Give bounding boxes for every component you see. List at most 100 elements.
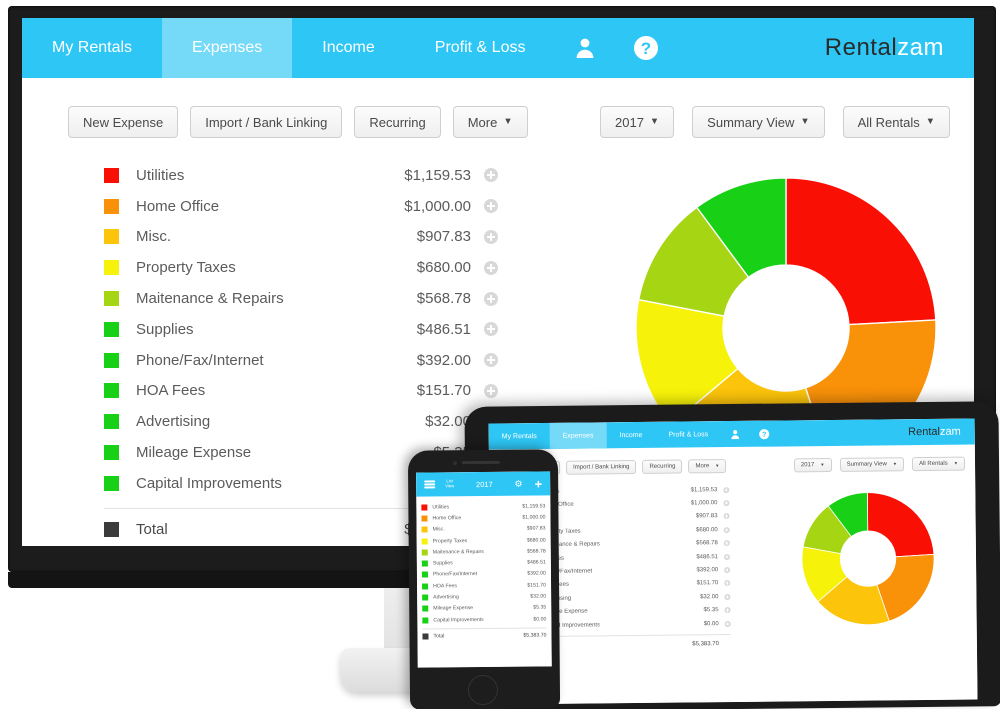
expense-row[interactable]: Maitenance & Repairs $568.78 [104, 283, 498, 314]
tablet-navbar: My Rentals Expenses Income Profit & Loss… [488, 418, 975, 450]
phone-home-button[interactable] [467, 674, 499, 706]
tablet-tab-income[interactable]: Income [606, 422, 655, 449]
expense-color-swatch [104, 414, 119, 430]
tablet-help-icon[interactable]: ? [750, 421, 779, 447]
tablet-brand-primary: Rental [908, 425, 940, 439]
tablet-rentals-label: All Rentals [919, 460, 948, 468]
expense-label: Phone/Fax/Internet [432, 571, 478, 578]
expense-amount: $568.78 [696, 540, 718, 547]
expense-color-swatch [422, 594, 429, 601]
tablet-import-label: Import / Bank Linking [573, 464, 630, 471]
add-expense-icon[interactable] [724, 620, 731, 627]
tab-expenses[interactable]: Expenses [162, 18, 293, 78]
gear-icon[interactable]: ⚙ [514, 478, 522, 489]
import-bank-linking-button[interactable]: Import / Bank Linking [190, 106, 343, 138]
expense-row[interactable]: Utilities $1,159.53 [104, 160, 498, 191]
donut-slice-utilities[interactable] [866, 492, 935, 558]
view-select-label: Summary View [707, 114, 795, 130]
add-icon[interactable]: + [535, 476, 543, 491]
total-label: Total [433, 633, 445, 640]
user-icon[interactable] [555, 18, 615, 78]
add-expense-icon[interactable] [724, 607, 731, 614]
expense-amount: $907.83 [416, 228, 471, 246]
tablet-tab-expenses[interactable]: Expenses [549, 422, 607, 449]
expense-label: HOA Fees [136, 382, 206, 400]
add-expense-icon[interactable] [484, 199, 498, 214]
tablet-tab-my-rentals[interactable]: My Rentals [489, 423, 550, 450]
phone-year-label[interactable]: 2017 [476, 479, 493, 488]
tab-income[interactable]: Income [292, 18, 404, 78]
expense-row[interactable]: Property Taxes $680.00 [104, 252, 498, 283]
tablet-user-icon[interactable] [721, 421, 750, 447]
tablet-tab-profit-loss[interactable]: Profit & Loss [655, 421, 721, 448]
add-expense-icon[interactable] [724, 580, 731, 587]
add-expense-icon[interactable] [723, 540, 730, 547]
add-expense-icon[interactable] [723, 500, 730, 507]
tablet-tab-profit-loss-label: Profit & Loss [668, 430, 709, 439]
expense-row[interactable]: Capital Improvements $0.00 [422, 613, 546, 625]
view-select[interactable]: Summary View ▼ [692, 106, 825, 138]
expense-row[interactable]: Supplies $486.51 [104, 314, 498, 345]
rentals-select[interactable]: All Rentals ▼ [842, 106, 950, 138]
tab-my-rentals[interactable]: My Rentals [22, 18, 162, 78]
tablet-tab-income-label: Income [619, 431, 643, 439]
tablet-rentals-select[interactable]: All Rentals ▼ [912, 456, 966, 472]
expense-color-swatch [104, 198, 119, 214]
menu-icon[interactable] [424, 480, 436, 489]
more-button[interactable]: More ▼ [452, 106, 528, 138]
add-expense-icon[interactable] [484, 353, 498, 368]
tablet-year-select[interactable]: 2017 ▼ [793, 457, 832, 473]
expense-row[interactable]: Advertising$32.00 [104, 406, 498, 437]
expense-row[interactable]: HOA Fees $151.70 [104, 376, 498, 407]
recurring-button[interactable]: Recurring [354, 106, 441, 138]
expense-color-swatch [421, 526, 428, 533]
add-expense-icon[interactable] [723, 486, 730, 493]
expense-amount: $392.00 [416, 351, 471, 369]
tab-profit-loss[interactable]: Profit & Loss [405, 18, 556, 78]
phone-device: List View 2017 ⚙ + Utilities $1,159.53 Hom… [407, 449, 561, 709]
expense-amount: $568.78 [416, 290, 471, 308]
expense-row[interactable]: Phone/Fax/Internet $392.00 [104, 345, 498, 376]
add-expense-icon[interactable] [723, 513, 730, 520]
expense-row[interactable]: Misc. $907.83 [104, 222, 498, 253]
tablet-more-button[interactable]: More ▼ [688, 459, 727, 474]
tablet-view-select[interactable]: Summary View ▼ [839, 457, 905, 472]
expense-color-swatch [422, 605, 429, 612]
expense-color-swatch [104, 229, 119, 245]
add-expense-icon[interactable] [723, 553, 731, 560]
phone-app: List View 2017 ⚙ + Utilities $1,159.53 Hom… [416, 471, 552, 668]
expense-color-swatch [104, 383, 119, 399]
expense-label: Home Office [432, 515, 462, 522]
add-expense-icon[interactable] [723, 526, 730, 533]
year-select[interactable]: 2017 ▼ [600, 106, 675, 138]
tablet-recurring-button[interactable]: Recurring [642, 459, 683, 474]
expense-color-swatch [421, 560, 428, 567]
add-expense-icon[interactable] [484, 383, 498, 398]
expense-row[interactable]: Home Office $1,000.00 [104, 191, 498, 222]
help-icon[interactable]: ? [615, 18, 677, 78]
expense-amount: $486.51 [416, 320, 471, 338]
add-expense-icon[interactable] [724, 567, 731, 574]
expense-color-swatch [421, 538, 428, 545]
tablet-import-bank-linking-button[interactable]: Import / Bank Linking [566, 460, 637, 475]
add-expense-icon[interactable] [484, 260, 498, 275]
chevron-down-icon: ▼ [820, 461, 825, 467]
add-expense-icon[interactable] [484, 291, 498, 306]
add-expense-icon[interactable] [724, 593, 731, 600]
expense-amount: $486.51 [696, 553, 719, 561]
new-expense-button[interactable]: New Expense [68, 106, 179, 138]
donut-slice-utilities[interactable] [785, 178, 936, 326]
expense-color-swatch [421, 571, 428, 578]
list-view-icon[interactable]: List View [445, 479, 454, 489]
add-expense-icon[interactable] [484, 322, 498, 337]
chevron-down-icon: ▼ [503, 116, 513, 127]
add-expense-icon[interactable] [484, 229, 498, 244]
expense-label: Maitenance & Repairs [136, 290, 284, 308]
rentals-select-label: All Rentals [857, 114, 920, 130]
recurring-label: Recurring [369, 114, 426, 130]
expense-label: Misc. [136, 228, 171, 246]
add-expense-icon[interactable] [484, 168, 498, 183]
screenshot-stage: My Rentals Expenses Income Profit & Loss… [0, 0, 1000, 709]
expense-label: HOA Fees [433, 582, 458, 590]
expense-label: Supplies [432, 560, 453, 567]
